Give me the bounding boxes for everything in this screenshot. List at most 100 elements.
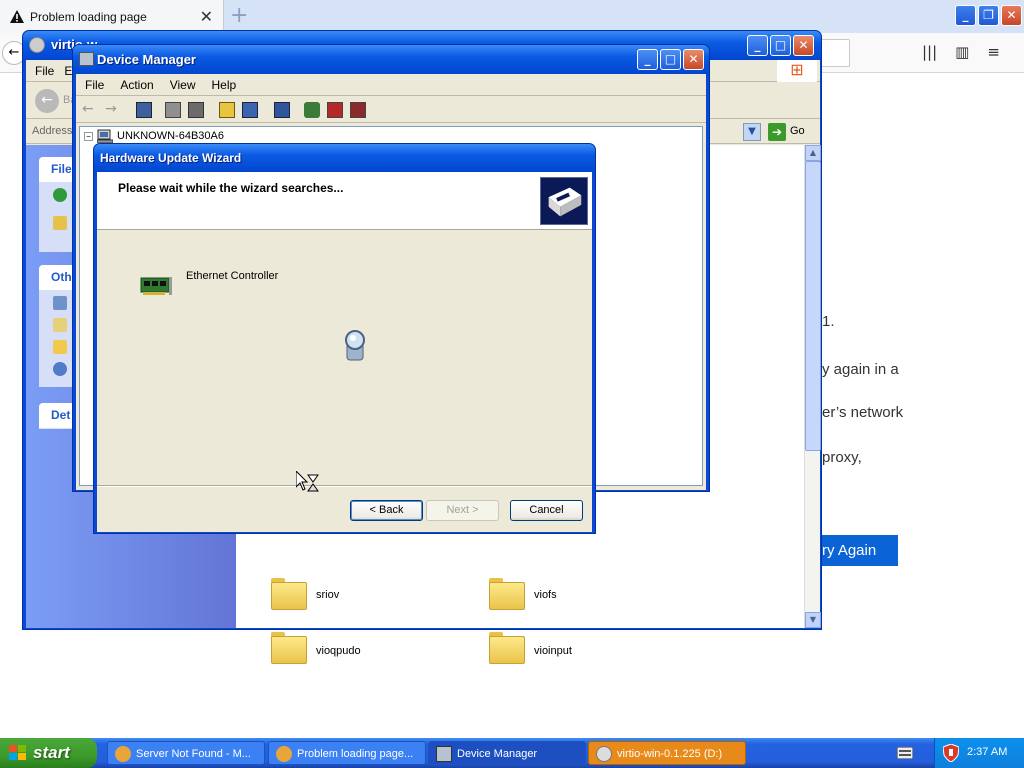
- wizard-title-bar[interactable]: Hardware Update Wizard: [94, 144, 595, 172]
- menu-help[interactable]: Help: [212, 74, 237, 95]
- explorer-maximize-button[interactable]: □: [770, 35, 791, 56]
- hamburger-menu-icon[interactable]: ≡: [987, 43, 1000, 61]
- error-text-line: 1.: [822, 313, 835, 330]
- computer-name: UNKNOWN-64B30A6: [117, 130, 224, 142]
- taskbar-item[interactable]: Server Not Found - M...: [107, 741, 265, 765]
- disable-icon[interactable]: [350, 102, 366, 118]
- device-manager-icon: [79, 52, 94, 66]
- publish-icon: [53, 188, 67, 202]
- properties-icon[interactable]: [165, 102, 181, 118]
- menu-action[interactable]: Action: [120, 74, 153, 95]
- ethernet-card-icon: [140, 277, 172, 295]
- firefox-toolbar-icons: ||| ▥ ≡: [922, 43, 1000, 61]
- cancel-button[interactable]: Cancel: [510, 500, 583, 521]
- folder-label[interactable]: vioinput: [534, 645, 572, 657]
- cd-drive-icon: [29, 37, 45, 53]
- try-again-button[interactable]: ry Again: [820, 535, 898, 566]
- folder-label[interactable]: viofs: [534, 589, 557, 601]
- taskbar-item[interactable]: Problem loading page...: [268, 741, 426, 765]
- computer-icon: [97, 129, 113, 143]
- taskbar-item-label: virtio-win-0.1.225 (D:): [617, 748, 723, 760]
- warning-icon: [10, 10, 24, 23]
- folder-label[interactable]: sriov: [316, 589, 339, 601]
- error-text-line: er’s network: [822, 404, 904, 421]
- library-icon[interactable]: |||: [922, 43, 937, 61]
- go-arrow-icon[interactable]: ➔: [768, 123, 786, 141]
- network-places-icon: [53, 362, 67, 376]
- taskbar-item-label: Server Not Found - M...: [136, 748, 251, 760]
- device-manager-maximize-button[interactable]: □: [660, 49, 681, 70]
- device-manager-title-bar[interactable]: Device Manager _ □ ✕: [73, 45, 709, 74]
- uninstall-icon[interactable]: [327, 102, 343, 118]
- my-documents-icon: [53, 318, 67, 332]
- explorer-close-button[interactable]: ✕: [793, 35, 814, 56]
- menu-file[interactable]: File: [35, 60, 54, 81]
- menu-file[interactable]: File: [85, 74, 104, 95]
- folder-icon[interactable]: [271, 578, 307, 610]
- forward-arrow-icon[interactable]: →: [105, 102, 121, 118]
- next-button[interactable]: Next >: [426, 500, 499, 521]
- taskbar-item-label: Device Manager: [457, 748, 538, 760]
- wizard-separator: [97, 485, 592, 487]
- firefox-restore-button[interactable]: ❐: [978, 5, 999, 26]
- hardware-wizard-logo-icon: [540, 177, 588, 225]
- folder-icon[interactable]: [271, 632, 307, 664]
- back-arrow-icon[interactable]: ←: [82, 102, 98, 118]
- sidebar-icon[interactable]: ▥: [955, 43, 969, 61]
- taskbar-item-label: Problem loading page...: [297, 748, 414, 760]
- windows-flag-icon: [9, 745, 26, 760]
- device-manager-minimize-button[interactable]: _: [637, 49, 658, 70]
- wizard-header: Please wait while the wizard searches...: [97, 172, 592, 230]
- firefox-tab[interactable]: Problem loading page ✕: [0, 0, 224, 33]
- share-folder-icon: [53, 216, 67, 230]
- clock: 2:37 AM: [967, 746, 1008, 758]
- firefox-tab-strip: Problem loading page ✕ + _ ❐ ✕: [0, 0, 1024, 33]
- firefox-close-button[interactable]: ✕: [1001, 5, 1022, 26]
- system-tray: 2:37 AM: [934, 738, 1024, 768]
- scroll-down-icon[interactable]: ▼: [805, 612, 821, 628]
- print-icon[interactable]: [188, 102, 204, 118]
- shared-documents-icon: [53, 340, 67, 354]
- show-console-tree-icon[interactable]: [242, 102, 258, 118]
- new-tab-button[interactable]: +: [230, 3, 248, 28]
- device-tree-root[interactable]: − UNKNOWN-64B30A6: [84, 129, 224, 143]
- wizard-heading: Please wait while the wizard searches...: [118, 181, 344, 195]
- scroll-thumb[interactable]: [805, 161, 821, 451]
- start-button[interactable]: start: [0, 738, 97, 768]
- taskbar-item[interactable]: Device Manager: [428, 741, 586, 765]
- error-text-line: y again in a: [822, 361, 899, 378]
- device-name-label: Ethernet Controller: [186, 270, 279, 282]
- scan-hardware-icon[interactable]: [274, 102, 290, 118]
- folder-icon[interactable]: [489, 578, 525, 610]
- show-hide-tree-icon[interactable]: [136, 102, 152, 118]
- address-label: Address: [32, 125, 73, 137]
- device-manager-title: Device Manager: [97, 52, 196, 67]
- go-button[interactable]: Go: [790, 125, 805, 137]
- explorer-minimize-button[interactable]: _: [747, 35, 768, 56]
- wizard-title: Hardware Update Wizard: [100, 151, 242, 165]
- help-icon[interactable]: [219, 102, 235, 118]
- address-dropdown-icon[interactable]: ▼: [743, 123, 761, 141]
- keyboard-icon[interactable]: [897, 747, 913, 759]
- update-driver-icon[interactable]: [304, 102, 320, 118]
- menu-view[interactable]: View: [170, 74, 196, 95]
- searching-animation-icon: [345, 330, 365, 361]
- taskbar-item[interactable]: virtio-win-0.1.225 (D:): [588, 741, 746, 765]
- device-manager-toolbar: ← →: [76, 97, 706, 123]
- firefox-tab-close-icon[interactable]: ✕: [200, 7, 213, 26]
- folder-icon[interactable]: [489, 632, 525, 664]
- firefox-tab-title: Problem loading page: [30, 9, 147, 24]
- folder-label[interactable]: vioqpudo: [316, 645, 361, 657]
- security-shield-icon[interactable]: [943, 744, 959, 762]
- device-manager-icon: [436, 746, 452, 762]
- explorer-vertical-scrollbar[interactable]: ▲ ▼: [804, 145, 821, 628]
- taskbar: start Server Not Found - M... Problem lo…: [0, 738, 1024, 768]
- device-manager-close-button[interactable]: ✕: [683, 49, 704, 70]
- firefox-minimize-button[interactable]: _: [955, 5, 976, 26]
- device-manager-menu-bar: File Action View Help: [76, 74, 706, 96]
- back-button[interactable]: < Back: [350, 500, 423, 521]
- explorer-back-button[interactable]: ←: [35, 89, 59, 113]
- error-text-line: proxy,: [822, 449, 862, 466]
- scroll-up-icon[interactable]: ▲: [805, 145, 821, 161]
- collapse-icon[interactable]: −: [84, 131, 93, 141]
